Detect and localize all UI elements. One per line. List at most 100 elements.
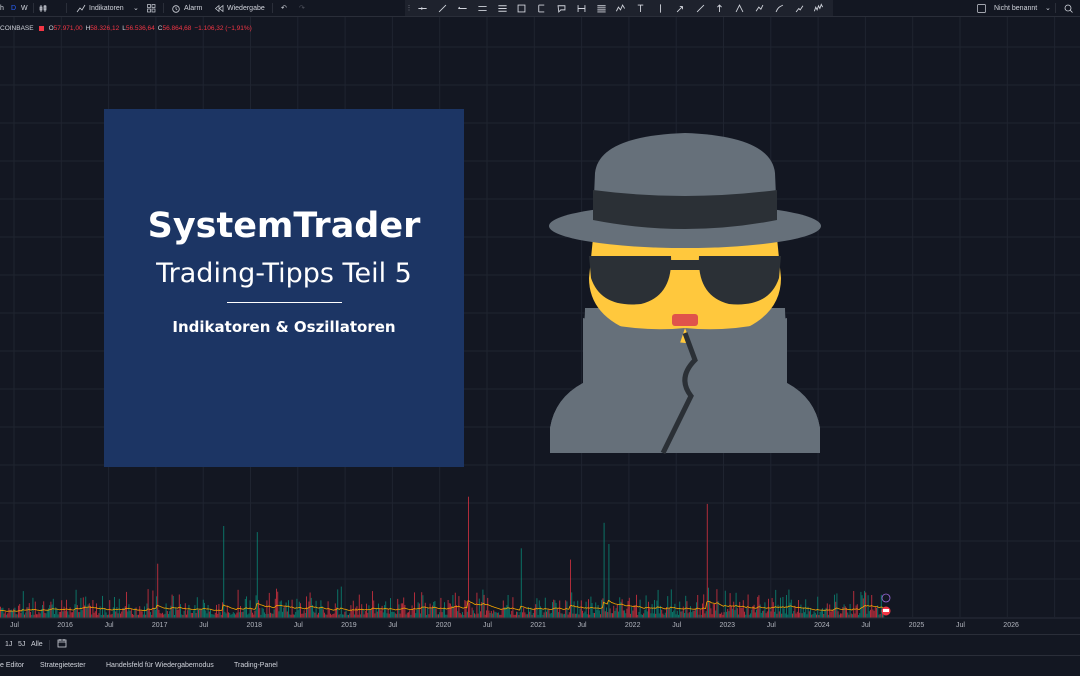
interval-day[interactable]: D (11, 3, 16, 13)
volume-bar (0, 606, 1, 618)
volume-bar (746, 607, 748, 618)
volume-bar (379, 609, 381, 618)
volume-bar (559, 600, 561, 618)
volume-bar (274, 598, 276, 618)
date-range-icon[interactable] (532, 0, 552, 16)
chevron-down-icon[interactable]: ⌄ (133, 3, 139, 13)
time-axis[interactable]: Jul 2016 Jul 2017 Jul 2018 Jul 2019 Jul 2020 Jul 20… (0, 618, 1080, 632)
forecast-icon[interactable] (750, 0, 770, 16)
live-markers[interactable] (881, 593, 891, 616)
volume-bar (628, 597, 630, 618)
templates-icon[interactable] (147, 3, 156, 13)
volume-bar (435, 608, 437, 618)
layout-checkbox[interactable] (977, 3, 986, 13)
range-all[interactable]: Alle (31, 641, 43, 648)
path-icon[interactable] (611, 0, 631, 16)
bottom-panel-tabs: e Editor Strategietester Handelsfeld für… (0, 655, 1080, 676)
volume-bar (193, 610, 195, 618)
volume-bar (254, 610, 256, 618)
volume-bar (764, 602, 766, 618)
long-position-icon[interactable] (670, 0, 690, 16)
volume-bar (829, 604, 831, 618)
volume-bar (793, 611, 795, 618)
regression-channel-icon[interactable] (492, 0, 512, 16)
volume-bar (144, 606, 145, 618)
replay-button[interactable]: Wiedergabe (214, 3, 265, 13)
volume-bar (547, 609, 549, 618)
callout-icon[interactable] (552, 0, 572, 16)
undo-icon[interactable]: ↶ (281, 3, 287, 13)
volume-bar (158, 610, 160, 618)
candles-icon[interactable] (39, 3, 48, 13)
volume-bar (102, 595, 103, 618)
volume-bar (26, 607, 28, 618)
time-axis-label: 2024 (814, 622, 830, 629)
layout-name[interactable]: Nicht benannt (994, 3, 1037, 13)
volume-bar (140, 611, 142, 618)
volume-bar (596, 609, 598, 618)
volume-bar (538, 600, 540, 618)
volume-bar (345, 610, 347, 618)
fib-retracement-icon[interactable] (591, 0, 611, 16)
interval-hour[interactable]: h (0, 3, 4, 13)
volume-bar (454, 592, 456, 618)
volume-bar (183, 611, 185, 618)
volume-bar (855, 605, 857, 618)
volume-bar (753, 604, 755, 618)
range-5y[interactable]: 5J (18, 641, 25, 648)
drag-handle-icon[interactable]: ⋮ (405, 4, 413, 12)
event-marker-icon[interactable] (881, 593, 891, 603)
indicators-button[interactable]: Indikatoren (76, 3, 124, 13)
volume-bar (820, 610, 822, 618)
volume-bar (157, 563, 159, 618)
layout-chevron-down-icon[interactable]: ⌄ (1045, 3, 1051, 13)
parallel-channel-icon[interactable] (472, 0, 492, 16)
alarm-button[interactable]: Alarm (171, 3, 202, 13)
volume-bar (373, 600, 375, 618)
time-axis-label: 2025 (908, 622, 925, 629)
redo-icon[interactable]: ↷ (299, 3, 305, 13)
interval-week[interactable]: W (21, 3, 28, 13)
search-icon[interactable] (1064, 3, 1073, 13)
volume-bar (86, 608, 88, 618)
time-axis-label: Jul (861, 622, 871, 629)
elliott-wave-icon[interactable] (809, 0, 829, 16)
volume-bar (771, 598, 773, 618)
volume-bar (741, 607, 743, 618)
tab-replay-trading-panel[interactable]: Handelsfeld für Wiedergabemodus (106, 662, 214, 669)
volume-bar (832, 610, 834, 618)
arrow-marker-icon[interactable] (690, 0, 710, 16)
ray-icon[interactable] (453, 0, 473, 16)
volume-bar (296, 598, 298, 618)
volume-bar (22, 591, 24, 618)
range-1y[interactable]: 1J (5, 641, 12, 648)
brush-icon[interactable] (769, 0, 789, 16)
horizontal-line-icon[interactable] (413, 0, 433, 16)
volume-bar (673, 610, 675, 618)
vertical-line-icon[interactable] (651, 0, 671, 16)
low-value: 56.536,64 (125, 24, 155, 32)
rectangle-icon[interactable] (512, 0, 532, 16)
tab-strategy-tester[interactable]: Strategietester (40, 662, 86, 669)
tab-pine-editor[interactable]: e Editor (0, 662, 24, 669)
volume-bar (782, 597, 784, 618)
arrow-up-icon[interactable] (710, 0, 730, 16)
volume-bar (375, 607, 377, 618)
pitchfork-icon[interactable] (730, 0, 750, 16)
trend-line-icon[interactable] (433, 0, 453, 16)
volume-bar (315, 600, 317, 618)
volume-bar (778, 611, 780, 618)
volume-bar (288, 600, 289, 618)
text-icon[interactable] (631, 0, 651, 16)
price-range-icon[interactable] (571, 0, 591, 16)
calendar-goto-icon[interactable] (57, 638, 67, 650)
volume-bar (740, 607, 742, 618)
tab-trading-panel[interactable]: Trading-Panel (234, 662, 278, 669)
volume-bar (422, 595, 424, 618)
volume-bar (844, 606, 846, 618)
volume-bar (198, 609, 199, 618)
projection-icon[interactable] (789, 0, 809, 16)
volume-bar (118, 598, 120, 618)
card-title: SystemTrader (147, 206, 421, 246)
symbol-name[interactable]: COINBASE (0, 25, 34, 32)
